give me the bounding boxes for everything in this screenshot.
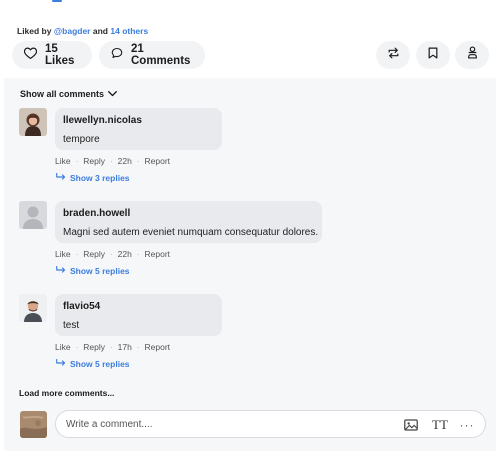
separator-dot: · bbox=[136, 156, 140, 166]
reply-arrow-icon bbox=[56, 265, 66, 276]
reply-link[interactable]: Reply bbox=[83, 249, 105, 259]
repost-button[interactable] bbox=[376, 41, 410, 69]
speech-bubble-icon bbox=[111, 46, 123, 64]
liked-by-prefix: Liked by bbox=[17, 26, 52, 36]
more-options-icon[interactable]: ··· bbox=[460, 416, 474, 433]
show-replies-link[interactable]: Show 3 replies bbox=[56, 172, 130, 183]
load-more-comments-link[interactable]: Load more comments... bbox=[19, 388, 114, 398]
comment-author[interactable]: flavio54 bbox=[63, 301, 100, 312]
avatar[interactable] bbox=[19, 108, 47, 136]
comment-time: 17h bbox=[117, 342, 132, 352]
separator-dot: · bbox=[136, 342, 140, 352]
comment-time: 22h bbox=[117, 156, 132, 166]
comment-author[interactable]: llewellyn.nicolas bbox=[63, 115, 142, 126]
show-all-comments-toggle[interactable]: Show all comments bbox=[20, 89, 117, 99]
comment-actions: Like · Reply · 17h · Report bbox=[55, 342, 170, 352]
likes-count: 15 Likes bbox=[45, 43, 75, 67]
comment-time: 22h bbox=[117, 249, 132, 259]
repost-icon bbox=[387, 46, 400, 64]
like-link[interactable]: Like bbox=[55, 156, 71, 166]
avatar[interactable] bbox=[19, 294, 47, 322]
reply-arrow-icon bbox=[56, 358, 66, 369]
report-link[interactable]: Report bbox=[145, 156, 171, 166]
previous-post-edge bbox=[0, 0, 500, 6]
show-all-comments-label: Show all comments bbox=[20, 89, 105, 99]
report-link[interactable]: Report bbox=[145, 249, 171, 259]
separator-dot: · bbox=[75, 342, 79, 352]
post-action-bar: 15 Likes 21 Comments bbox=[0, 40, 500, 72]
comments-panel: Show all comments llewellyn.nicolas temp… bbox=[4, 78, 496, 451]
comment-bubble: flavio54 test bbox=[55, 294, 222, 336]
image-upload-icon[interactable] bbox=[404, 416, 418, 433]
liked-by-line: Liked by @bagder and 14 others bbox=[17, 26, 148, 36]
separator-dot: · bbox=[75, 249, 79, 259]
separator-dot: · bbox=[110, 156, 113, 166]
show-replies-label: Show 5 replies bbox=[70, 266, 130, 276]
comment-text: test bbox=[63, 320, 80, 331]
separator-dot: · bbox=[136, 249, 140, 259]
bookmark-button[interactable] bbox=[416, 41, 450, 69]
like-link[interactable]: Like bbox=[55, 249, 71, 259]
bookmark-icon bbox=[428, 46, 438, 64]
comment-text: Magni sed autem eveniet numquam consequa… bbox=[63, 227, 319, 238]
show-replies-label: Show 3 replies bbox=[70, 173, 130, 183]
comment-bubble: braden.howell Magni sed autem eveniet nu… bbox=[55, 201, 322, 243]
comments-count: 21 Comments bbox=[131, 43, 191, 67]
liked-by-and: and bbox=[92, 26, 108, 36]
current-user-avatar bbox=[20, 411, 47, 438]
liked-by-others-link[interactable]: 14 others bbox=[110, 26, 148, 36]
comments-button[interactable]: 21 Comments bbox=[99, 41, 205, 69]
reply-link[interactable]: Reply bbox=[83, 342, 105, 352]
share-button[interactable] bbox=[455, 41, 489, 69]
heart-icon bbox=[23, 46, 38, 64]
comment-bubble: llewellyn.nicolas tempore bbox=[55, 108, 222, 150]
truncated-link bbox=[52, 0, 62, 2]
comment-actions: Like · Reply · 22h · Report bbox=[55, 156, 170, 166]
show-replies-link[interactable]: Show 5 replies bbox=[56, 358, 130, 369]
separator-dot: · bbox=[110, 342, 113, 352]
comment-actions: Like · Reply · 22h · Report bbox=[55, 249, 170, 259]
reply-link[interactable]: Reply bbox=[83, 156, 105, 166]
comment-composer: TT ··· bbox=[55, 410, 486, 438]
avatar[interactable] bbox=[19, 201, 47, 229]
separator-dot: · bbox=[110, 249, 113, 259]
chevron-down-icon bbox=[108, 89, 117, 99]
comment-author[interactable]: braden.howell bbox=[63, 208, 130, 219]
like-link[interactable]: Like bbox=[55, 342, 71, 352]
comment-input[interactable] bbox=[66, 415, 376, 434]
comment-text: tempore bbox=[63, 134, 100, 145]
reply-arrow-icon bbox=[56, 172, 66, 183]
share-icon bbox=[467, 46, 478, 64]
show-replies-label: Show 5 replies bbox=[70, 359, 130, 369]
show-replies-link[interactable]: Show 5 replies bbox=[56, 265, 130, 276]
report-link[interactable]: Report bbox=[145, 342, 171, 352]
text-format-icon[interactable]: TT bbox=[430, 416, 450, 433]
likes-button[interactable]: 15 Likes bbox=[12, 41, 92, 69]
separator-dot: · bbox=[75, 156, 79, 166]
liked-by-user-link[interactable]: @bagder bbox=[54, 26, 91, 36]
